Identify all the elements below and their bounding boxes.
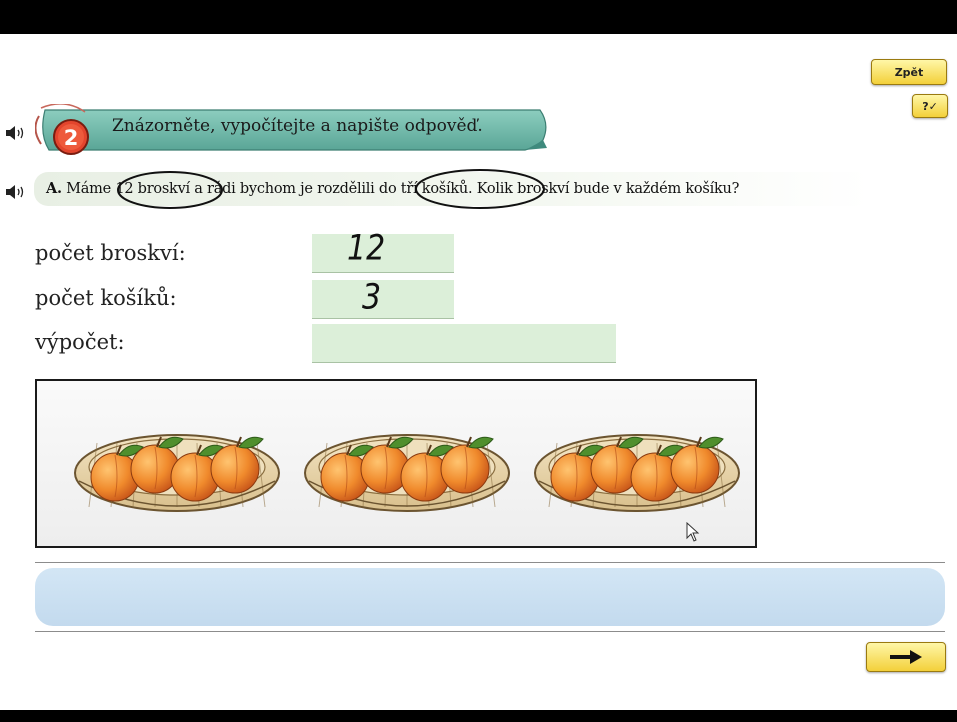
speaker-icon[interactable] (5, 184, 27, 200)
baskets-count-label: počet košíků: (35, 286, 177, 310)
help-button[interactable]: ?✓ (912, 94, 948, 118)
speaker-icon[interactable] (5, 125, 27, 141)
task-number-badge: 2 (53, 119, 89, 155)
peaches-count-value: 12 (347, 228, 386, 269)
baskets-count-field[interactable] (312, 280, 454, 319)
answer-field[interactable] (35, 568, 945, 626)
divider (35, 562, 945, 563)
question-text: A. Máme 12 broskví a rádi bychom je rozd… (46, 180, 739, 197)
basket (304, 434, 510, 512)
calculation-field[interactable] (312, 324, 616, 363)
basket (534, 434, 740, 512)
svg-text:2: 2 (64, 126, 79, 150)
baskets-drawing (74, 434, 740, 512)
task-title: Znázorněte, vypočítejte a napište odpově… (112, 116, 483, 136)
question-letter: A. (46, 180, 62, 197)
back-button[interactable]: Zpět (871, 59, 947, 85)
right-arrow-icon (890, 650, 922, 664)
mouse-cursor-icon (686, 522, 700, 542)
question-body: Máme 12 broskví a rádi bychom je rozděli… (66, 181, 740, 197)
exercise-screen: Zpět ?✓ 2 Znázorněte, vypočítejte a napi… (0, 34, 957, 710)
basket (74, 434, 280, 512)
divider (35, 631, 945, 632)
peaches-count-label: počet broskví: (35, 241, 186, 265)
baskets-count-value: 3 (362, 277, 382, 318)
calculation-label: výpočet: (35, 330, 125, 354)
baskets-illustration (35, 379, 757, 548)
next-button[interactable] (866, 642, 946, 672)
